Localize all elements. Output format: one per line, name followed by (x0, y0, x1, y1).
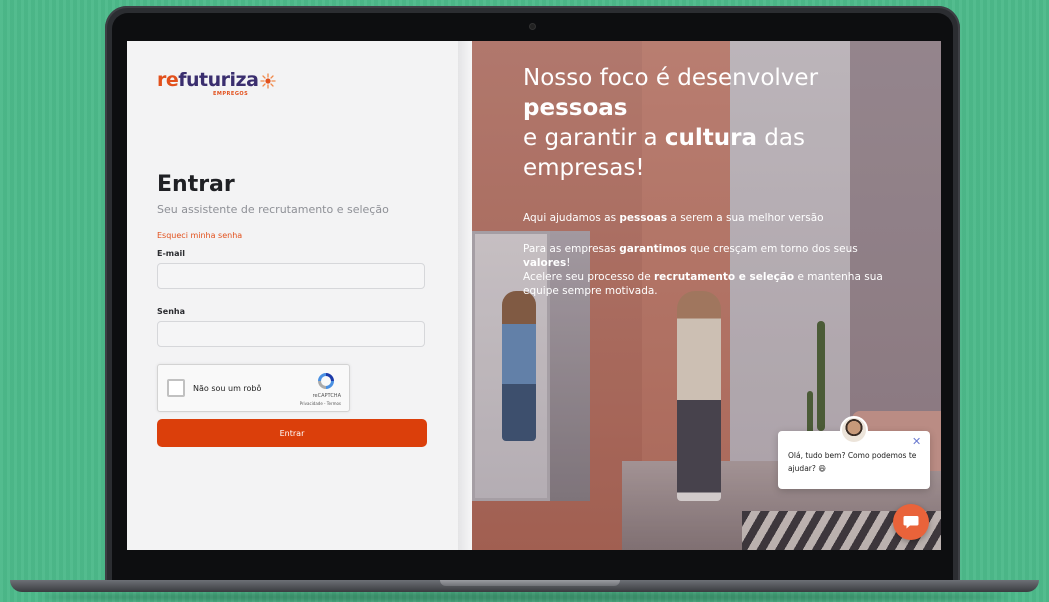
p1-post: a serem a sua melhor versão (667, 212, 824, 224)
hero-paragraph-1: Aqui ajudamos as pessoas a serem a sua m… (523, 211, 923, 225)
logo-wordmark: refuturiza (157, 69, 259, 91)
refuturiza-logo[interactable]: refuturiza EMPREGOS (157, 69, 276, 101)
p3-bold: recrutamento e seleção (654, 271, 795, 283)
logo-subtitle: EMPREGOS (213, 91, 249, 97)
hero-paragraph-2: Para as empresas garantimos que cresçam … (523, 242, 923, 298)
chat-bubble-icon (903, 516, 919, 529)
hero-headline: Nosso foco é desenvolver pessoas e garanti… (523, 63, 923, 183)
page-title: Entrar (157, 172, 235, 197)
chat-launcher-button[interactable] (893, 504, 929, 540)
chat-agent-avatar (840, 416, 868, 444)
hero-line3-pre: e garantir a (523, 125, 665, 151)
p3-pre: Acelere seu processo de (523, 271, 654, 283)
recaptcha-links[interactable]: Privacidade - Termos (300, 401, 341, 406)
email-label: E-mail (157, 249, 186, 258)
p2-pre: Para as empresas (523, 243, 620, 255)
hero-line3-post: das (757, 125, 805, 151)
laptop-screen: refuturiza EMPREGOS Entrar Seu assistent… (127, 41, 941, 550)
p3-post: e mantenha sua (794, 271, 883, 283)
p1-pre: Aqui ajudamos as (523, 212, 620, 224)
email-field[interactable] (157, 263, 425, 289)
laptop-shadow (40, 592, 1009, 602)
recaptcha-icon (318, 373, 334, 389)
logo-re: re (157, 69, 179, 91)
laptop-notch (440, 580, 620, 586)
close-icon[interactable]: ✕ (912, 435, 921, 448)
password-field[interactable] (157, 321, 425, 347)
page-subtitle: Seu assistente de recrutamento e seleção (157, 203, 389, 216)
hero-line4: empresas! (523, 155, 645, 181)
recaptcha-label: Não sou um robô (193, 384, 262, 393)
p2-bold2: valores (523, 257, 567, 269)
p2-bold: garantimos (619, 243, 687, 255)
sunburst-icon (260, 73, 276, 89)
p2-end: ! (566, 257, 571, 269)
panel-divider (458, 41, 472, 550)
recaptcha-checkbox[interactable] (167, 379, 185, 397)
login-panel: refuturiza EMPREGOS Entrar Seu assistent… (127, 41, 458, 550)
logo-rest: futuriza (178, 69, 259, 91)
hero-line1: Nosso foco é desenvolver (523, 65, 819, 91)
recaptcha-brand: reCAPTCHA (312, 393, 341, 399)
webcam (530, 24, 535, 29)
recaptcha-widget: Não sou um robô reCAPTCHA Privacidade - … (157, 364, 350, 412)
p2-post: que cresçam em torno dos seus (686, 243, 858, 255)
p1-bold: pessoas (619, 212, 668, 224)
forgot-password-link[interactable]: Esqueci minha senha (157, 231, 242, 240)
password-label: Senha (157, 307, 185, 316)
submit-button[interactable]: Entrar (157, 419, 427, 447)
p3-line2: equipe sempre motivada. (523, 285, 658, 297)
hero-line3-bold: cultura (664, 125, 757, 151)
chat-message: Olá, tudo bem? Como podemos te ajudar? 😄 (788, 451, 917, 473)
hero-line2: pessoas (523, 95, 628, 121)
